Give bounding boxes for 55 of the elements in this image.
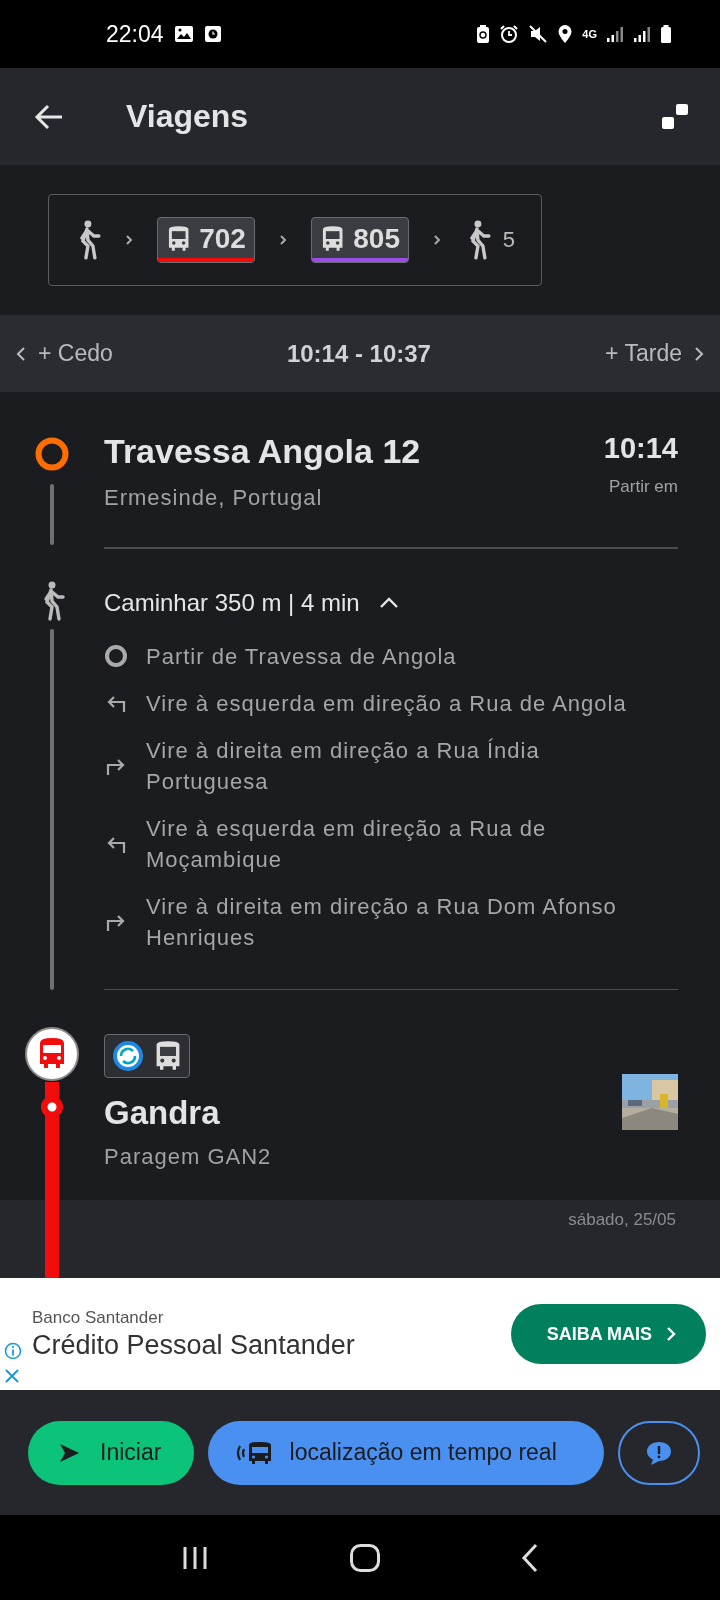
later-button[interactable]: + Tarde	[605, 340, 704, 367]
departure-label: Partir em	[609, 477, 678, 497]
trip-date: sábado, 25/05	[567, 1209, 677, 1231]
feedback-button[interactable]	[617, 1420, 700, 1485]
origin-ring-icon	[34, 436, 70, 472]
stop-code: Paragem GAN2	[104, 1144, 272, 1170]
start-button[interactable]: Iniciar	[28, 1420, 194, 1485]
chevron-right-icon	[666, 1326, 676, 1342]
signal-icon	[633, 25, 651, 43]
network-type: 4G	[582, 28, 597, 40]
squares-icon[interactable]	[660, 102, 690, 131]
ad-banner[interactable]: Banco Santander Crédito Pessoal Santander SAIBA MAIS	[0, 1278, 720, 1390]
info-icon[interactable]	[4, 1342, 22, 1360]
chevron-right-icon	[432, 234, 441, 246]
ad-headline: Crédito Pessoal Santander	[32, 1329, 356, 1361]
time-range: 10:14 - 10:37	[286, 339, 431, 368]
home-icon[interactable]	[349, 1542, 381, 1573]
image-icon	[173, 25, 194, 43]
earlier-button[interactable]: + Cedo	[16, 340, 113, 367]
live-location-button[interactable]: localização em tempo real	[207, 1420, 604, 1485]
sync-icon	[111, 1039, 145, 1073]
clock-time: 22:04	[106, 20, 164, 48]
battery-saver-icon	[476, 24, 491, 44]
location-icon	[557, 24, 574, 44]
stop-name: Gandra	[104, 1094, 221, 1132]
battery-icon	[660, 24, 672, 44]
chevron-left-icon	[16, 345, 26, 362]
origin-name: Travessa Angola 12	[104, 432, 421, 471]
learn-more-button[interactable]: SAIBA MAIS	[510, 1304, 706, 1364]
walk-step: Partir de Travessa de Angola	[146, 640, 457, 672]
clock-app-icon	[203, 25, 222, 43]
bus-line-number: 805	[353, 223, 400, 255]
route-summary[interactable]: 702 805 5	[48, 194, 542, 286]
walk-step: Vire à esquerda em direção a Rua de Angola	[146, 687, 627, 719]
signal-icon	[606, 25, 624, 43]
chevron-right-icon	[278, 234, 287, 246]
departure-time: 10:14	[603, 432, 678, 465]
advertiser-name: Banco Santander	[32, 1307, 165, 1328]
origin-place: Ermesinde, Portugal	[104, 485, 324, 511]
walk-step: Vire à direita em direção a Rua Índia Portuguesa	[146, 734, 646, 797]
mute-icon	[528, 24, 549, 44]
play-icon	[58, 1442, 80, 1463]
page-title: Viagens	[126, 98, 250, 135]
bus-line-number: 702	[199, 223, 246, 255]
walk-count: 5	[502, 227, 515, 253]
chevron-right-icon	[124, 234, 133, 246]
alarm-icon	[499, 24, 520, 44]
walk-step: Vire à direita em direção a Rua Dom Afonso Henriques	[146, 890, 646, 953]
feedback-icon	[644, 1439, 673, 1466]
chevron-right-icon	[694, 345, 704, 362]
close-icon[interactable]	[4, 1368, 20, 1384]
start-ring-icon	[104, 644, 128, 668]
back-arrow-icon[interactable]	[34, 103, 64, 130]
walk-summary-toggle[interactable]: Caminhar 350 m | 4 min	[104, 588, 400, 617]
walk-step: Vire à esquerda em direção a Rua de Moçambique	[146, 812, 646, 875]
